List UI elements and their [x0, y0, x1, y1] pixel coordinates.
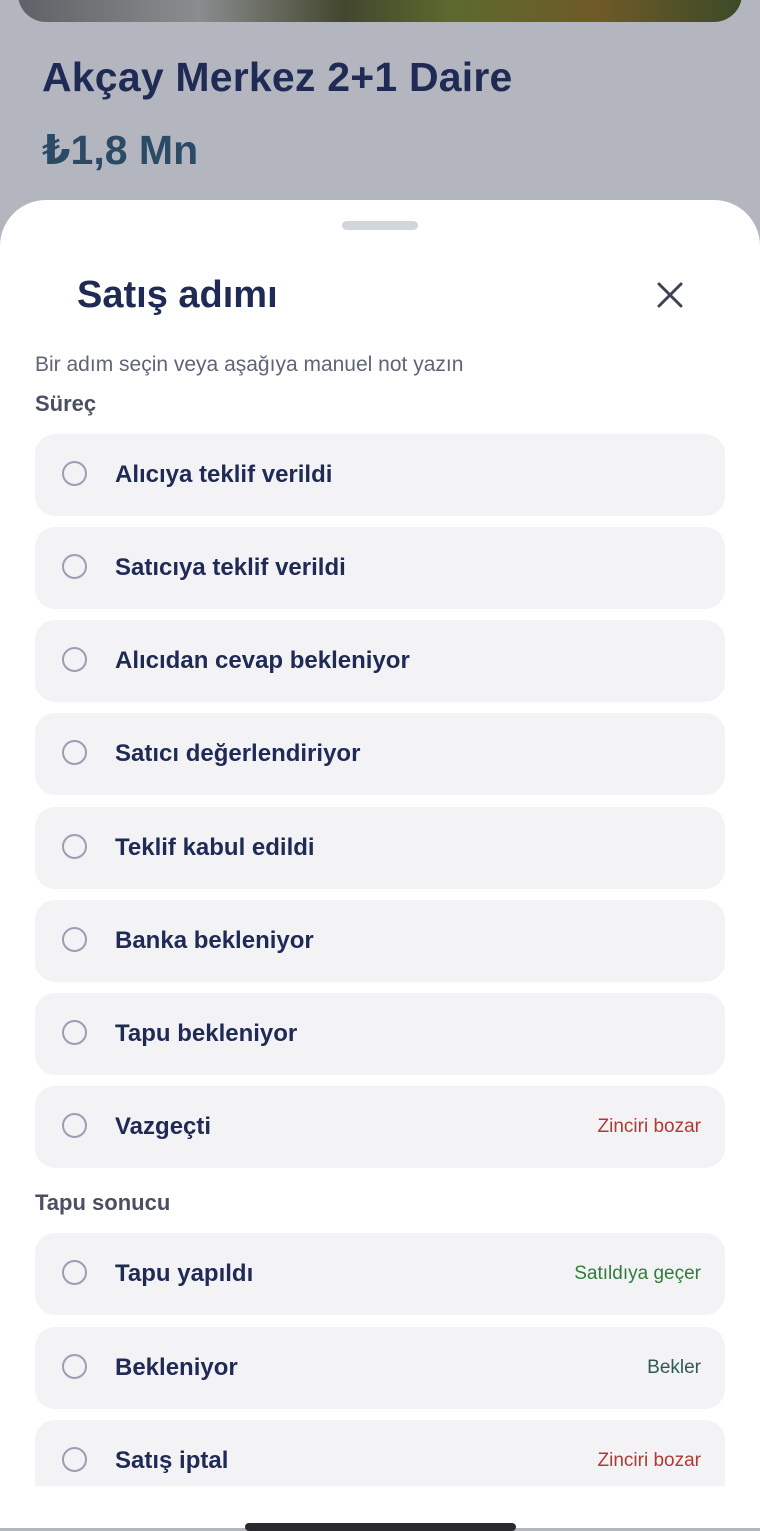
close-icon	[657, 282, 683, 308]
radio-button[interactable]	[62, 927, 87, 952]
radio-button[interactable]	[62, 834, 87, 859]
option-label: Bekleniyor	[115, 1354, 238, 1381]
radio-button[interactable]	[62, 740, 87, 765]
option-tag: Zinciri bozar	[597, 1116, 701, 1137]
radio-button[interactable]	[62, 1354, 87, 1379]
option-label: Satıcıya teklif verildi	[115, 554, 346, 581]
option-aliciya-teklif-verildi[interactable]: Alıcıya teklif verildi	[35, 434, 725, 516]
radio-button[interactable]	[62, 647, 87, 672]
radio-button[interactable]	[62, 1113, 87, 1138]
radio-button[interactable]	[62, 461, 87, 486]
option-label: Alıcıya teklif verildi	[115, 461, 333, 488]
section-label-tapu-sonucu: Tapu sonucu	[35, 1190, 171, 1215]
listing-title: Akçay Merkez 2+1 Daire	[42, 54, 513, 100]
radio-button[interactable]	[62, 1447, 87, 1472]
option-tag: Satıldıya geçer	[574, 1263, 701, 1284]
option-tapu-yapildi[interactable]: Tapu yapıldı Satıldıya geçer	[35, 1233, 725, 1315]
section-label-surec: Süreç	[35, 391, 97, 416]
option-tag: Bekler	[647, 1357, 701, 1378]
option-label: Vazgeçti	[115, 1113, 212, 1140]
option-tapu-bekleniyor[interactable]: Tapu bekleniyor	[35, 993, 725, 1075]
option-bekleniyor[interactable]: Bekleniyor Bekler	[35, 1327, 725, 1409]
close-button[interactable]	[648, 273, 692, 317]
sheet-drag-handle[interactable]	[342, 221, 418, 230]
option-label: Satıcı değerlendiriyor	[115, 740, 361, 767]
bottom-sheet: Satış adımı Bir adım seçin veya aşağıya …	[0, 200, 760, 1528]
bottom-safe-area	[0, 1486, 760, 1528]
option-saticiya-teklif-verildi[interactable]: Satıcıya teklif verildi	[35, 527, 725, 609]
radio-button[interactable]	[62, 1260, 87, 1285]
option-banka-bekleniyor[interactable]: Banka bekleniyor	[35, 900, 725, 982]
option-label: Banka bekleniyor	[115, 927, 314, 954]
option-label: Tapu bekleniyor	[115, 1020, 298, 1047]
option-teklif-kabul-edildi[interactable]: Teklif kabul edildi	[35, 807, 725, 889]
option-alicidan-cevap-bekleniyor[interactable]: Alıcıdan cevap bekleniyor	[35, 620, 725, 702]
radio-button[interactable]	[62, 554, 87, 579]
option-satici-degerlendiriyor[interactable]: Satıcı değerlendiriyor	[35, 713, 725, 795]
sheet-subtitle: Bir adım seçin veya aşağıya manuel not y…	[35, 353, 464, 376]
home-indicator	[245, 1523, 516, 1531]
option-vazgecti[interactable]: Vazgeçti Zinciri bozar	[35, 1086, 725, 1168]
listing-price: ₺1,8 Mn	[42, 127, 199, 173]
option-label: Teklif kabul edildi	[115, 834, 315, 861]
sheet-title: Satış adımı	[77, 274, 278, 316]
radio-button[interactable]	[62, 1020, 87, 1045]
option-label: Alıcıdan cevap bekleniyor	[115, 647, 410, 674]
listing-photo	[18, 0, 742, 22]
option-label: Tapu yapıldı	[115, 1260, 254, 1287]
